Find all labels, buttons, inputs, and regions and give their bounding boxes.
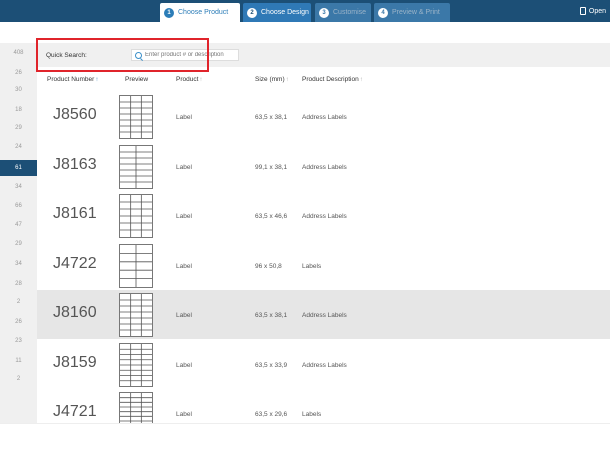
step-number: 1 [164,7,174,18]
step-number: 4 [378,7,388,18]
product-row[interactable]: J8163 Label 99,1 x 38,1 Address Labels [37,142,610,191]
category-count-sidebar: 408 26 30 18 29 24 61 34 66 47 29 34 28 2 26 23 11 2 [0,43,37,423]
open-file-icon [579,7,586,15]
product-size: 63,5 x 29,6 [255,411,288,418]
category-count[interactable]: 66 [0,203,37,209]
product-description: Address Labels [302,312,347,319]
product-size: 63,5 x 38,1 [255,312,288,319]
product-number: J4721 [53,403,97,420]
open-label: Open [588,7,606,15]
label-sheet-preview [119,392,153,423]
sort-up-icon: ↑ [95,77,99,83]
label-sheet-preview [119,342,153,387]
product-size: 63,5 x 38,1 [255,114,288,121]
product-row[interactable]: J8159 Label 63,5 x 33,9 Address Labels [37,340,610,389]
product-number: J8163 [53,155,97,173]
header-label: Size (mm) [255,76,285,83]
header-label: Product Description [302,76,359,83]
product-row[interactable]: J4722 Label 96 x 50,8 Labels [37,241,610,290]
product-description: Address Labels [302,361,347,369]
category-count[interactable]: 408 [0,50,37,56]
product-row[interactable]: J8160 Label 63,5 x 38,1 Address Labels [37,290,610,339]
category-count[interactable]: 26 [0,70,37,76]
sort-icon: ↑ [359,77,363,83]
category-count[interactable]: 29 [0,125,37,131]
label-sheet-preview [119,293,153,337]
header-preview: Preview [125,76,148,83]
header-label: Preview [125,76,149,83]
sort-icon: ↑ [199,77,203,83]
step-label: Preview & Print [392,9,440,16]
category-count[interactable]: 47 [0,222,37,228]
category-count[interactable]: 61 [0,160,37,176]
step-label: Choose Product [178,9,229,16]
product-number: J8560 [53,106,97,123]
category-count[interactable]: 2 [0,299,37,305]
category-count[interactable]: 18 [0,107,37,113]
header-product-number[interactable]: Product Number↑ [47,76,98,83]
step-label: Customise [333,9,367,16]
product-number: J8159 [53,353,97,371]
product-size: 99,1 x 38,1 [255,163,288,171]
product-type: Label [176,163,192,171]
product-description: Labels [302,411,322,418]
product-description: Address Labels [302,163,347,171]
step-label: Choose Design [261,9,309,16]
product-type: Label [176,312,192,319]
category-count[interactable]: 11 [0,358,37,364]
product-number: J8160 [53,304,97,321]
product-size: 63,5 x 46,6 [255,213,288,220]
label-sheet-preview [119,243,153,288]
step-preview-print[interactable]: 4 Preview & Print [374,3,450,22]
step-number: 2 [247,7,257,18]
header-size[interactable]: Size (mm)↑ [255,76,289,83]
product-size: 96 x 50,8 [255,262,282,270]
step-choose-design[interactable]: 2 Choose Design [243,3,311,22]
category-count[interactable]: 30 [0,87,37,93]
product-list: J8560 Label 63,5 x 38,1 Address Labels J8163… [37,92,610,423]
product-description: Address Labels [302,213,347,220]
category-count[interactable]: 29 [0,241,37,247]
category-count[interactable]: 28 [0,281,37,287]
header-product[interactable]: Product↑ [176,76,202,83]
product-row[interactable]: J8161 Label 63,5 x 46,6 Address Labels [37,191,610,240]
category-count[interactable]: 2 [0,376,37,382]
open-button[interactable]: Open [579,5,606,17]
label-sheet-preview [119,95,153,139]
product-type: Label [176,262,192,270]
category-count[interactable]: 24 [0,144,37,150]
step-customise[interactable]: 3 Customise [315,3,371,22]
category-count[interactable]: 34 [0,184,37,190]
category-count[interactable]: 26 [0,319,37,325]
category-count[interactable]: 23 [0,338,37,344]
footer [0,423,610,458]
wizard-steps: 1 Choose Product 2 Choose Design 3 Custo… [0,0,610,22]
step-choose-product[interactable]: 1 Choose Product [160,3,240,22]
category-count[interactable]: 34 [0,261,37,267]
product-size: 63,5 x 33,9 [255,361,288,369]
product-type: Label [176,114,192,121]
label-sheet-preview [119,194,153,238]
product-type: Label [176,213,192,220]
label-sheet-preview [119,144,153,189]
header-description[interactable]: Product Description↑ [302,76,363,83]
product-description: Address Labels [302,114,347,121]
product-description: Labels [302,262,322,270]
header-label: Product Number [47,76,95,83]
product-type: Label [176,361,192,369]
product-type: Label [176,411,192,418]
sort-icon: ↑ [285,77,289,83]
step-number: 3 [319,7,329,18]
header-label: Product [176,76,199,83]
product-number: J4722 [53,254,97,272]
product-row[interactable]: J8560 Label 63,5 x 38,1 Address Labels [37,92,610,141]
product-row[interactable]: J4721 Label 63,5 x 29,6 Labels [37,389,610,423]
product-number: J8161 [53,205,97,222]
table-header: Product Number↑ Preview Product↑ Size (m… [37,67,610,92]
